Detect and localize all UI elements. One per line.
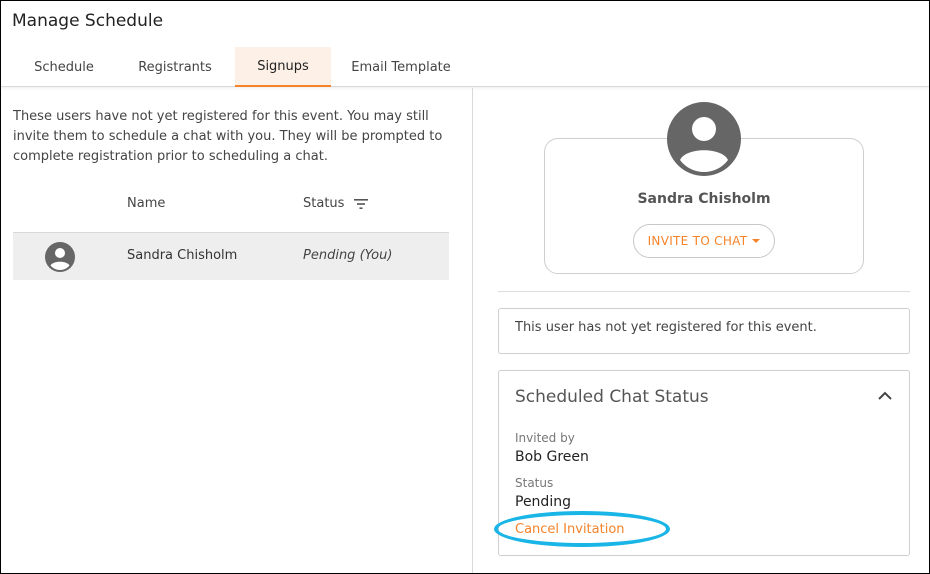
app-window: Manage Schedule Schedule Registrants Sig… — [0, 0, 930, 574]
column-header-status-label: Status — [303, 196, 345, 211]
divider — [498, 291, 910, 292]
tab-registrants[interactable]: Registrants — [115, 47, 235, 87]
status-label: Status — [515, 476, 554, 490]
filter-icon[interactable] — [354, 198, 369, 210]
status-value: Pending — [515, 494, 571, 510]
profile-name: Sandra Chisholm — [637, 191, 771, 207]
tab-bar: Schedule Registrants Signups Email Templ… — [13, 47, 471, 87]
user-avatar-icon — [45, 242, 75, 272]
invite-to-chat-label: INVITE TO CHAT — [647, 234, 748, 248]
invite-to-chat-button[interactable]: INVITE TO CHAT — [633, 224, 775, 258]
caret-down-icon — [752, 239, 761, 243]
column-header-name: Name — [127, 196, 166, 211]
header: Manage Schedule Schedule Registrants Sig… — [1, 1, 929, 87]
cancel-invitation-link[interactable]: Cancel Invitation — [515, 522, 625, 537]
signups-list-pane: These users have not yet registered for … — [1, 88, 473, 573]
intro-text: These users have not yet registered for … — [13, 109, 443, 164]
tab-signups[interactable]: Signups — [235, 47, 331, 87]
scheduled-chat-status-title: Scheduled Chat Status — [515, 387, 709, 407]
tab-email-template[interactable]: Email Template — [331, 47, 471, 87]
table-header: Name Status — [13, 188, 449, 222]
user-avatar-icon — [667, 102, 741, 176]
scheduled-chat-status-card: Scheduled Chat Status Invited by Bob Gre… — [494, 370, 910, 556]
registration-notice-text: This user has not yet registered for thi… — [515, 320, 817, 335]
user-detail-pane: Sandra Chisholm INVITE TO CHAT This user… — [474, 88, 929, 573]
page-title: Manage Schedule — [12, 11, 164, 31]
tab-schedule[interactable]: Schedule — [13, 47, 115, 87]
row-status: Pending (You) — [303, 248, 393, 263]
chevron-up-icon[interactable] — [877, 389, 893, 403]
row-name: Sandra Chisholm — [127, 248, 238, 263]
invited-by-value: Bob Green — [515, 449, 589, 465]
column-header-status[interactable]: Status — [303, 196, 369, 211]
registration-notice: This user has not yet registered for thi… — [498, 308, 910, 354]
invited-by-label: Invited by — [515, 431, 575, 445]
table-row[interactable]: Sandra Chisholm Pending (You) — [13, 232, 449, 280]
